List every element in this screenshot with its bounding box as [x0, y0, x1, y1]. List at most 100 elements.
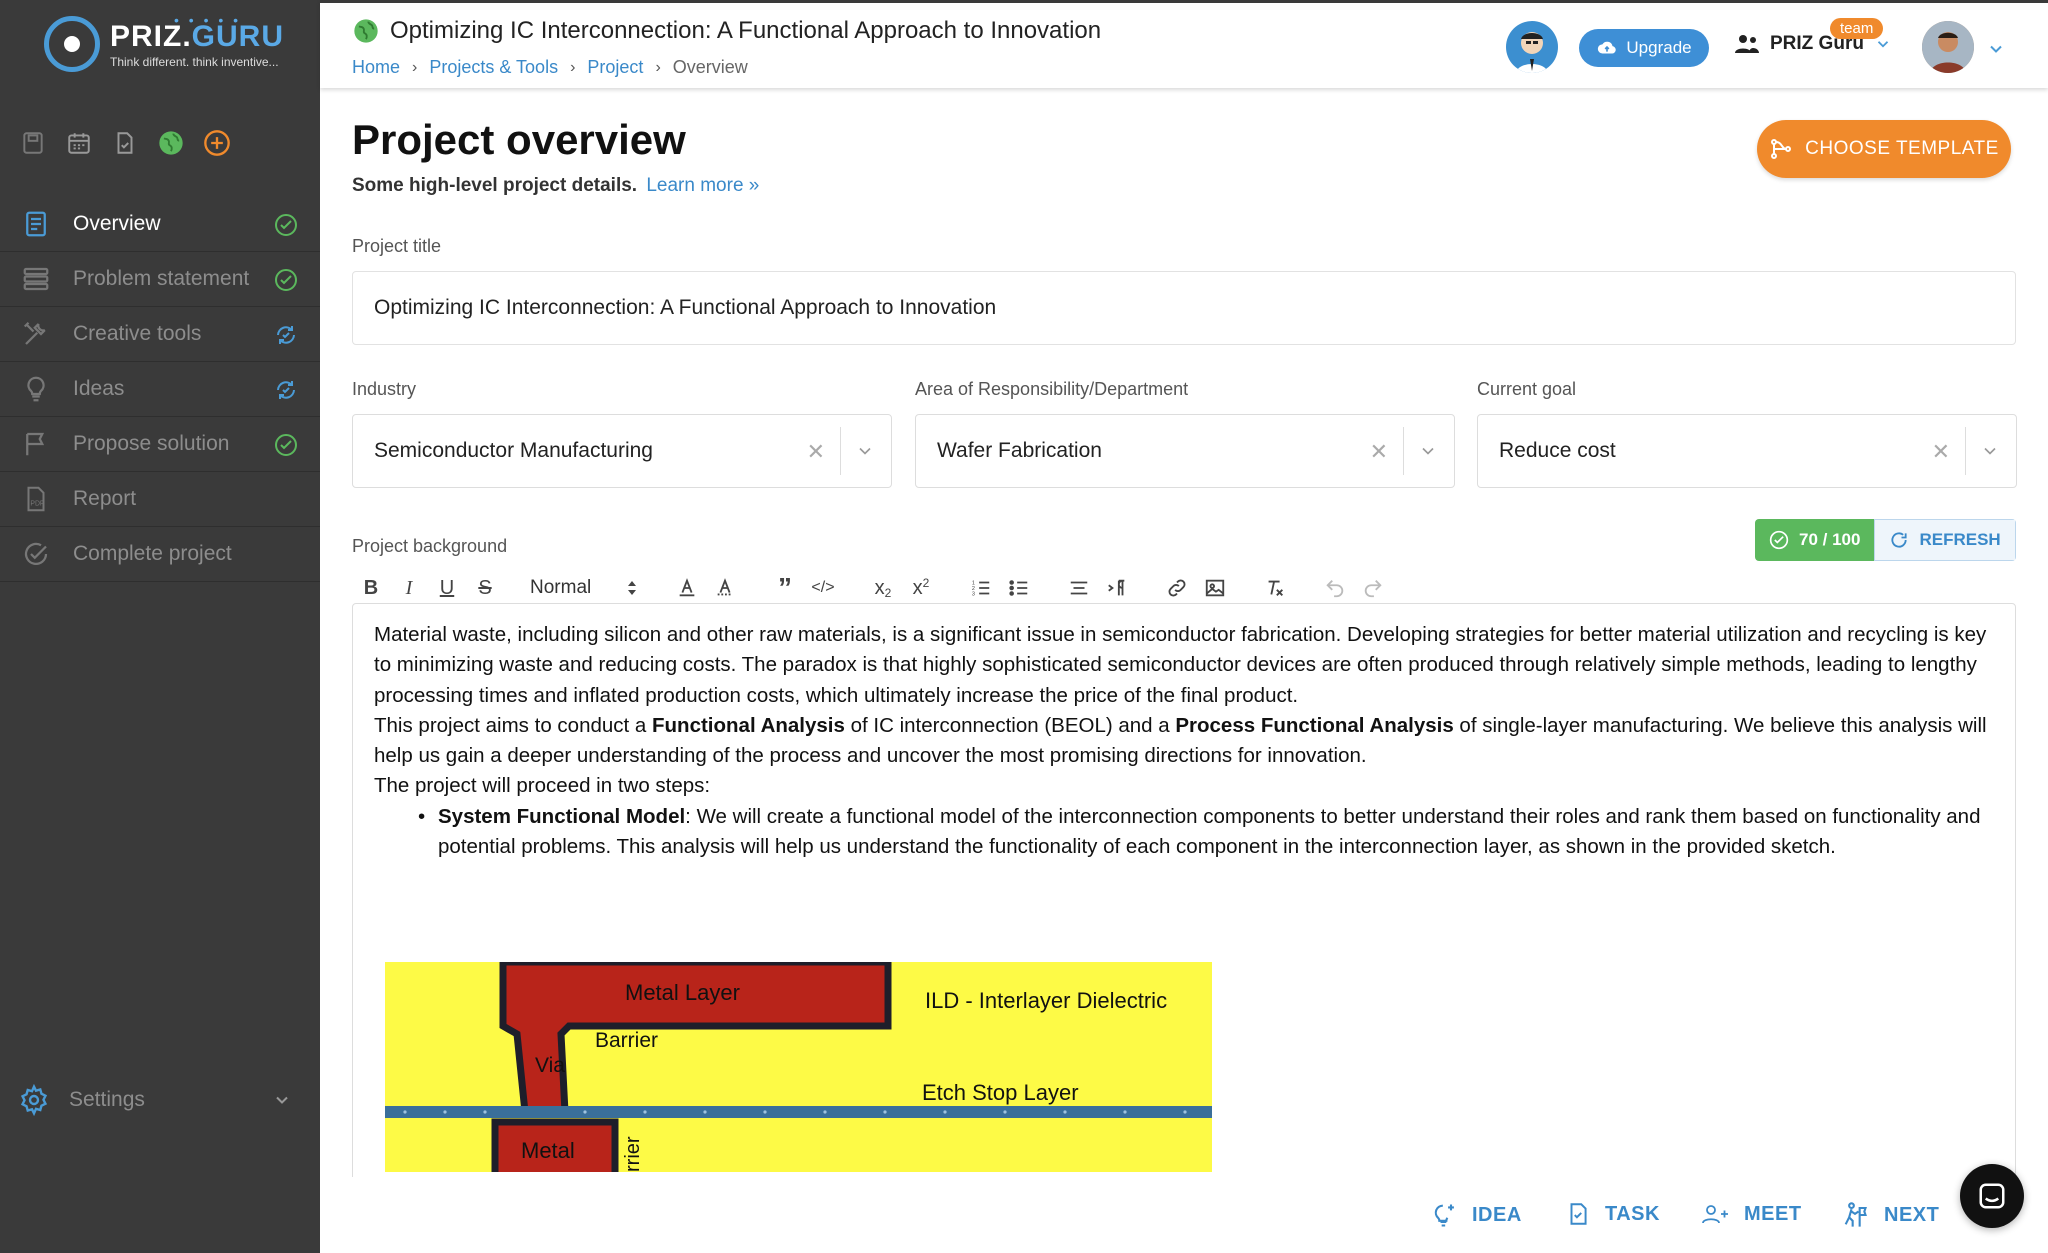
image-icon[interactable] — [1196, 569, 1234, 607]
page-title: Project overview — [352, 116, 686, 163]
area-label: Area of Responsibility/Department — [915, 379, 1189, 399]
format-select[interactable]: Normal — [518, 577, 648, 599]
background-paragraph: Material waste, including silicon and ot… — [374, 623, 1987, 707]
sidebar-item-problem-statement[interactable]: Problem statement — [0, 252, 320, 307]
sketch-label-barrier-vertical: rrier — [622, 1136, 644, 1172]
users-icon — [1735, 35, 1759, 53]
background-label: Project background — [352, 536, 508, 556]
underline-button[interactable]: U — [428, 569, 466, 607]
chevron-down-icon[interactable] — [1980, 441, 2000, 461]
breadcrumb-project[interactable]: Project — [587, 57, 643, 78]
link-icon[interactable] — [1158, 569, 1196, 607]
clear-icon[interactable]: ✕ — [1932, 439, 1950, 465]
task-button[interactable]: TASK — [1565, 1201, 1660, 1227]
background-paragraph: The project will proceed in two steps: — [374, 774, 711, 798]
sketch-label-via: Via — [535, 1054, 565, 1077]
sidebar-item-complete-project[interactable]: Complete project — [0, 527, 320, 582]
breadcrumb-projects[interactable]: Projects & Tools — [429, 57, 558, 78]
task-icon — [1570, 1203, 1587, 1225]
sidebar: • • • • • PRIZ.GURU Think different. thi… — [0, 0, 320, 1253]
clear-icon[interactable]: ✕ — [1370, 439, 1388, 465]
sidebar-item-label: Problem statement — [73, 267, 250, 290]
sketch-label-etch-stop: Etch Stop Layer — [922, 1080, 1079, 1105]
logo-ring-icon — [44, 16, 100, 72]
industry-label: Industry — [352, 379, 417, 399]
chevron-down-icon[interactable] — [1986, 39, 2006, 59]
sketch-label-barrier: Barrier — [595, 1029, 658, 1052]
highlight-icon[interactable] — [706, 569, 744, 607]
clear-format-icon[interactable] — [1256, 569, 1294, 607]
refresh-score-button[interactable]: REFRESH — [1874, 519, 2016, 561]
sidebar-item-settings[interactable]: Settings — [0, 1072, 320, 1128]
save-icon[interactable] — [18, 128, 48, 158]
upgrade-label: Upgrade — [1626, 38, 1692, 57]
goal-select[interactable]: Reduce cost ✕ — [1477, 414, 2017, 488]
lightbulb-icon — [18, 371, 54, 407]
project-title-input[interactable]: Optimizing IC Interconnection: A Functio… — [352, 271, 2016, 345]
check-circle-icon — [275, 269, 297, 291]
industry-select[interactable]: Semiconductor Manufacturing ✕ — [352, 414, 892, 488]
score-value: 70 / 100 — [1755, 519, 1875, 561]
sidebar-item-creative-tools[interactable]: Creative tools — [0, 307, 320, 362]
calendar-icon[interactable] — [64, 128, 94, 158]
sketch-label-metal: Metal — [521, 1138, 575, 1163]
breadcrumb-home[interactable]: Home — [352, 57, 400, 78]
team-badge: team — [1830, 18, 1884, 39]
clear-icon[interactable]: ✕ — [807, 439, 825, 465]
align-icon[interactable] — [1060, 569, 1098, 607]
superscript-icon[interactable]: x2 — [902, 569, 940, 607]
blockquote-icon[interactable]: ” — [766, 569, 804, 607]
steps-list: System Functional Model: We will create … — [418, 802, 1995, 863]
sidebar-item-label: Overview — [73, 212, 161, 235]
redo-icon[interactable] — [1354, 569, 1392, 607]
italic-button[interactable]: I — [390, 569, 428, 607]
lightbulb-plus-icon — [1434, 1204, 1454, 1227]
idea-button[interactable]: IDEA — [1430, 1201, 1522, 1229]
updown-icon — [628, 581, 636, 595]
chevron-right-icon: › — [655, 58, 661, 76]
background-paragraph: This project aims to conduct a Functiona… — [374, 713, 1987, 768]
sidebar-item-propose-solution[interactable]: Propose solution — [0, 417, 320, 472]
bullet-list-icon[interactable] — [1000, 569, 1038, 607]
assistant-avatar[interactable] — [1506, 21, 1558, 73]
text-direction-icon[interactable] — [1098, 569, 1136, 607]
meet-button[interactable]: MEET — [1700, 1201, 1802, 1227]
choose-template-button[interactable]: CHOOSE TEMPLATE — [1757, 120, 2011, 178]
sidebar-item-report[interactable]: PDF Report — [0, 472, 320, 527]
chevron-down-icon[interactable] — [1418, 441, 1438, 461]
goal-value: Reduce cost — [1499, 439, 1616, 462]
upgrade-button[interactable]: Upgrade — [1579, 29, 1709, 67]
quick-actions — [18, 128, 232, 158]
brand-logo[interactable]: • • • • • PRIZ.GURU Think different. thi… — [44, 12, 284, 72]
area-select[interactable]: Wafer Fabrication ✕ — [915, 414, 1455, 488]
breadcrumb-current: Overview — [672, 57, 748, 77]
next-flag-icon — [1844, 1202, 1867, 1227]
chat-launcher-button[interactable] — [1960, 1164, 2024, 1228]
chevron-down-icon[interactable] — [855, 441, 875, 461]
code-icon[interactable]: </> — [804, 569, 842, 607]
sidebar-item-overview[interactable]: Overview — [0, 197, 320, 252]
sidebar-item-label: Ideas — [73, 377, 125, 400]
bold-button[interactable]: B — [352, 569, 390, 607]
sidebar-item-ideas[interactable]: Ideas — [0, 362, 320, 417]
document-check-icon[interactable] — [110, 128, 140, 158]
globe-icon — [354, 19, 378, 43]
next-button[interactable]: NEXT — [1840, 1201, 1939, 1229]
main-content: Project overview Some high-level project… — [320, 88, 2048, 1177]
interconnect-sketch-image: Metal Layer ILD - Interlayer Dielectric … — [385, 962, 1212, 1172]
add-circle-icon[interactable] — [202, 128, 232, 158]
undo-icon[interactable] — [1316, 569, 1354, 607]
ordered-list-icon[interactable]: 123 — [962, 569, 1000, 607]
page-subtitle: Some high-level project details. Learn m… — [352, 175, 760, 196]
sidebar-item-label: Complete project — [73, 542, 232, 565]
subscript-icon[interactable]: x2 — [864, 569, 902, 607]
strikethrough-button[interactable]: S — [466, 569, 504, 607]
globe-icon[interactable] — [156, 128, 186, 158]
user-avatar[interactable] — [1922, 21, 1974, 73]
project-background-editor[interactable]: Material waste, including silicon and ot… — [352, 603, 2016, 1177]
meet-users-icon — [1702, 1205, 1728, 1224]
sidebar-item-label: Creative tools — [73, 322, 202, 345]
sketch-label-metal-layer: Metal Layer — [625, 980, 740, 1005]
text-color-icon[interactable] — [668, 569, 706, 607]
learn-more-link[interactable]: Learn more » — [646, 175, 759, 196]
